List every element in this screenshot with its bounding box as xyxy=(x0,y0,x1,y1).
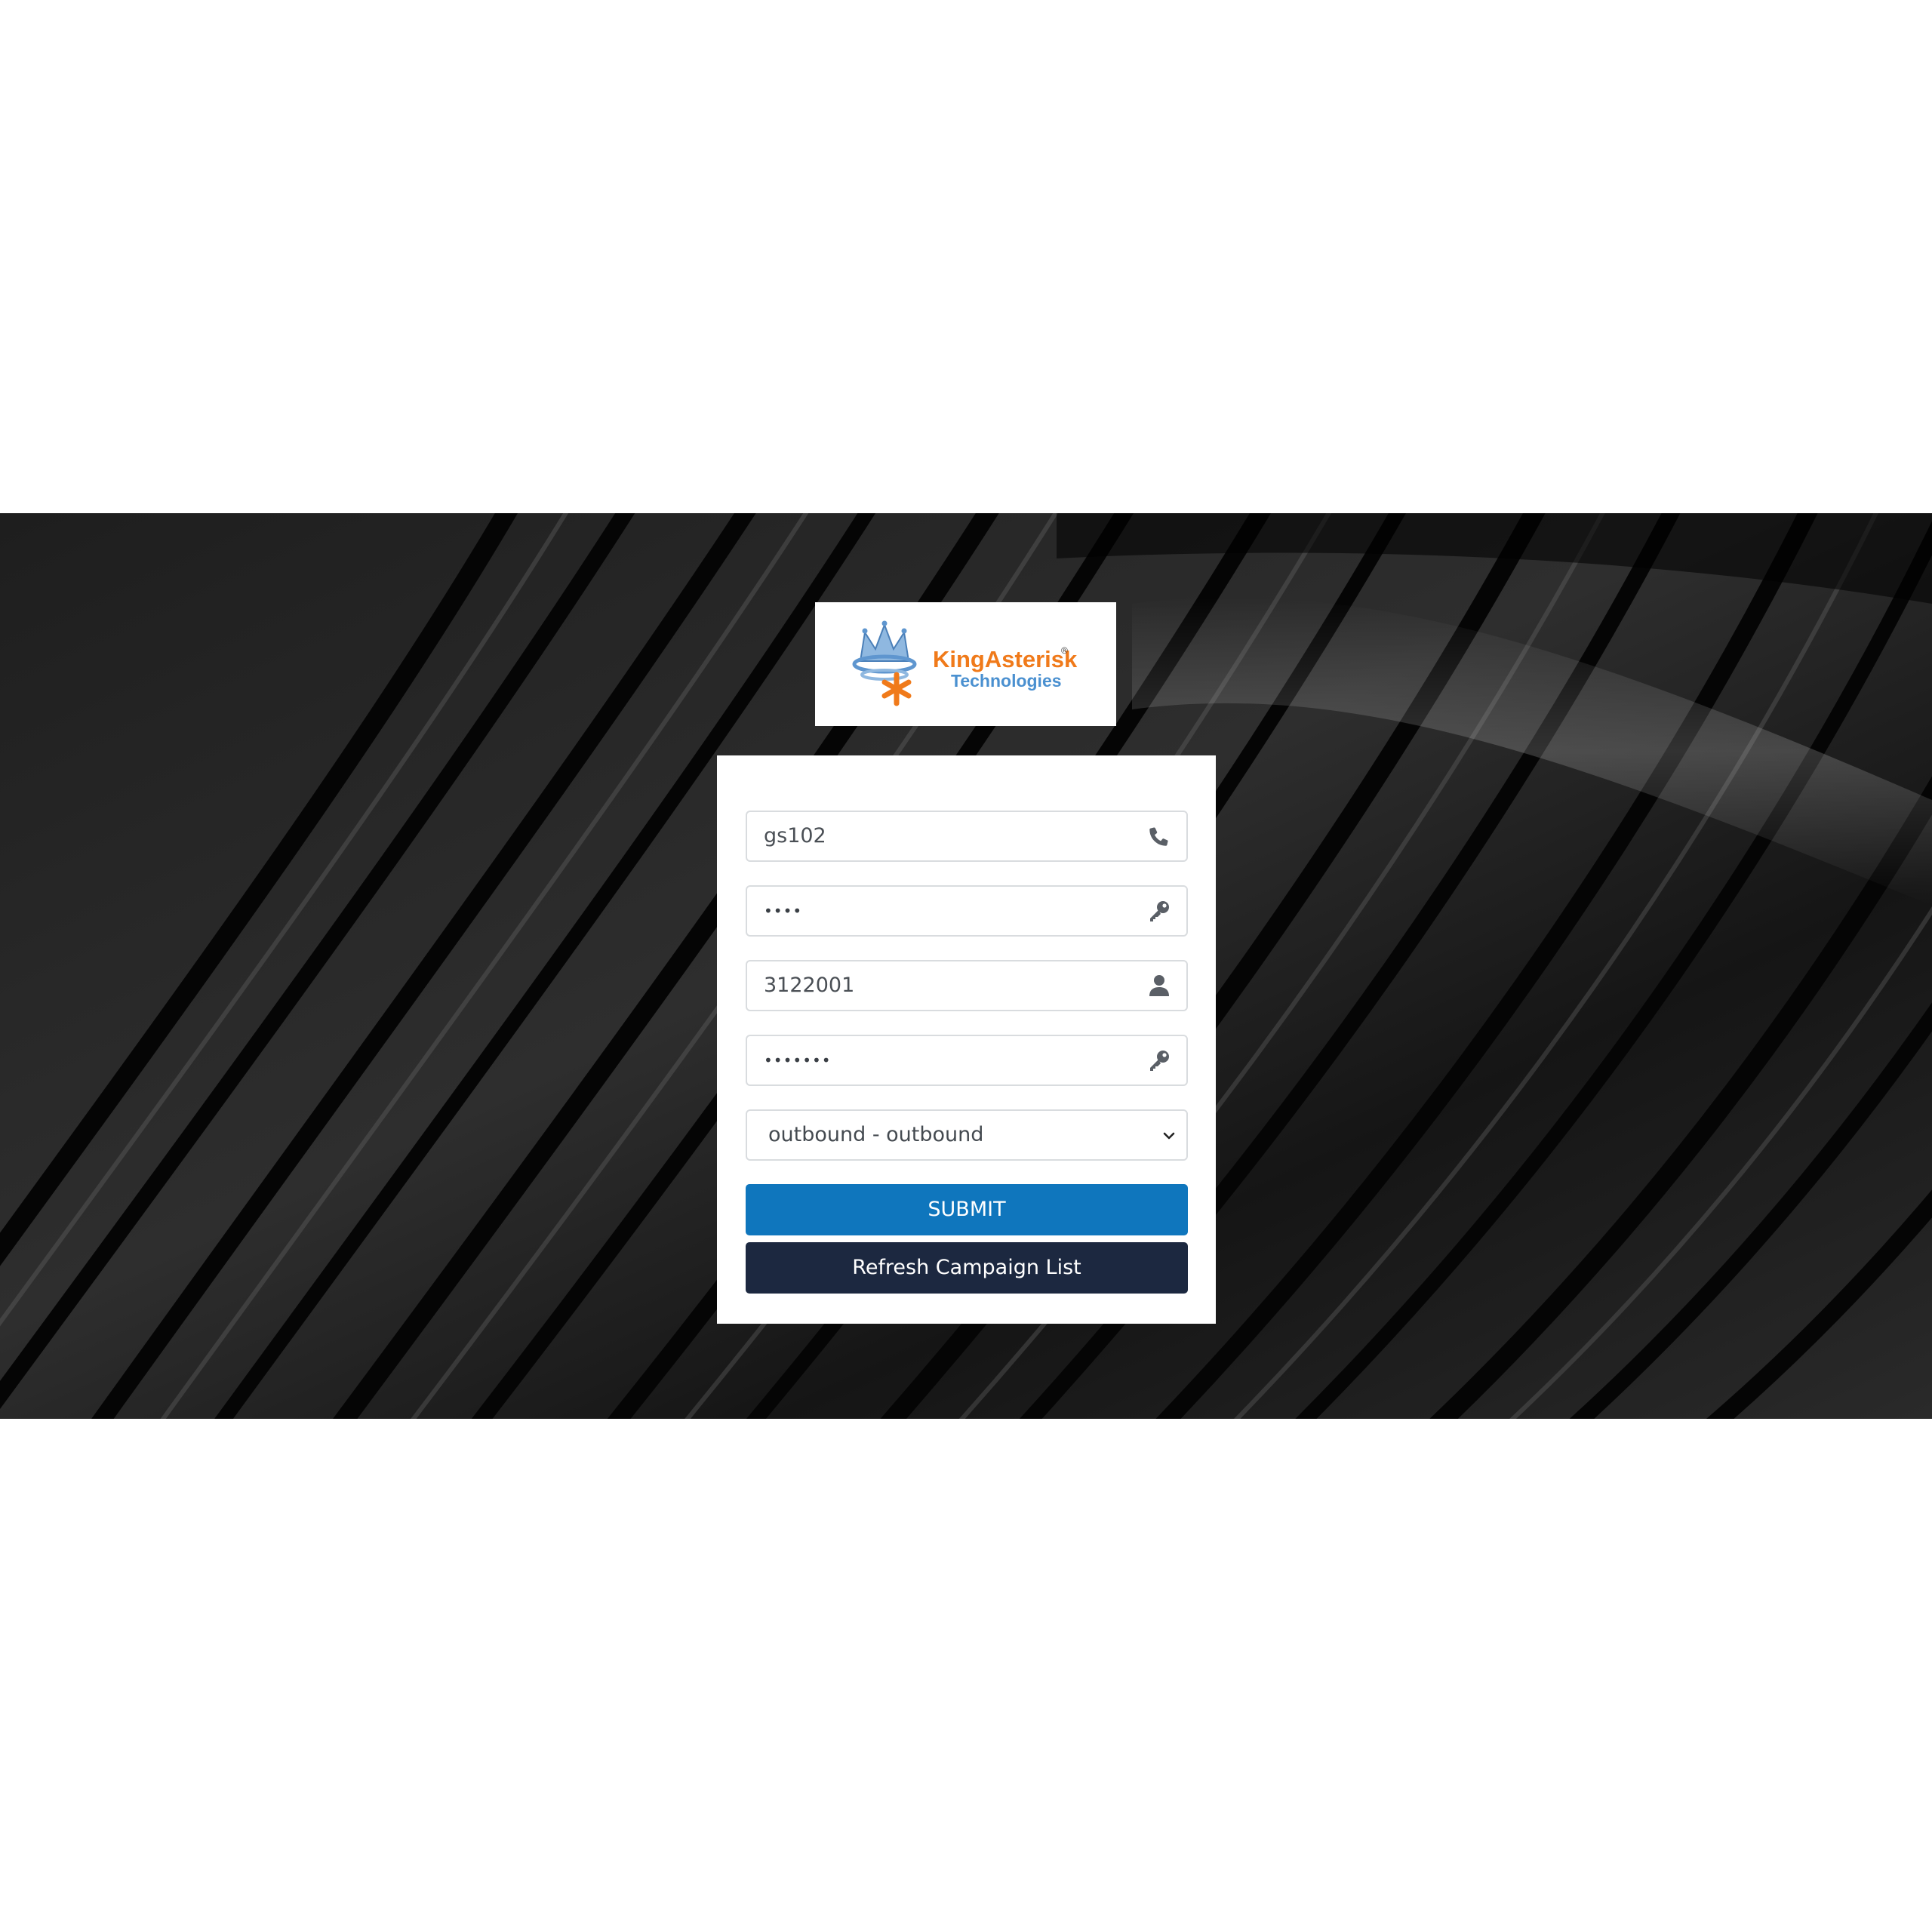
user-icon xyxy=(1149,975,1169,996)
brand-subtitle: Technologies xyxy=(951,671,1062,691)
kingasterisk-logo-icon: KingAsterisk Technologies ® xyxy=(852,620,1078,706)
chevron-down-icon xyxy=(1163,1132,1175,1140)
crown-icon xyxy=(852,620,917,681)
phone-login-field[interactable]: gs102 xyxy=(746,811,1188,862)
user-password-value: ••••••• xyxy=(764,1051,832,1069)
user-login-value: 3122001 xyxy=(764,974,855,997)
campaign-select[interactable]: outbound - outbound xyxy=(746,1109,1188,1161)
user-password-field[interactable]: ••••••• xyxy=(746,1035,1188,1086)
refresh-campaign-list-button[interactable]: Refresh Campaign List xyxy=(746,1242,1188,1294)
phone-login-value: gs102 xyxy=(764,824,826,848)
phone-icon xyxy=(1149,827,1168,846)
login-panel: gs102 •••• 3122001 ••••••• outbound - ou… xyxy=(717,755,1216,1324)
submit-button[interactable]: SUBMIT xyxy=(746,1184,1188,1235)
campaign-select-value: outbound - outbound xyxy=(768,1123,984,1146)
user-login-field[interactable]: 3122001 xyxy=(746,960,1188,1011)
brand-name: KingAsterisk xyxy=(933,646,1078,672)
key-icon xyxy=(1150,1051,1169,1071)
registered-mark: ® xyxy=(1061,645,1068,656)
phone-password-field[interactable]: •••• xyxy=(746,885,1188,937)
key-icon xyxy=(1150,901,1169,921)
phone-password-value: •••• xyxy=(764,902,803,920)
company-logo: KingAsterisk Technologies ® xyxy=(815,602,1116,726)
login-background: KingAsterisk Technologies ® gs102 •••• 3… xyxy=(0,513,1932,1419)
